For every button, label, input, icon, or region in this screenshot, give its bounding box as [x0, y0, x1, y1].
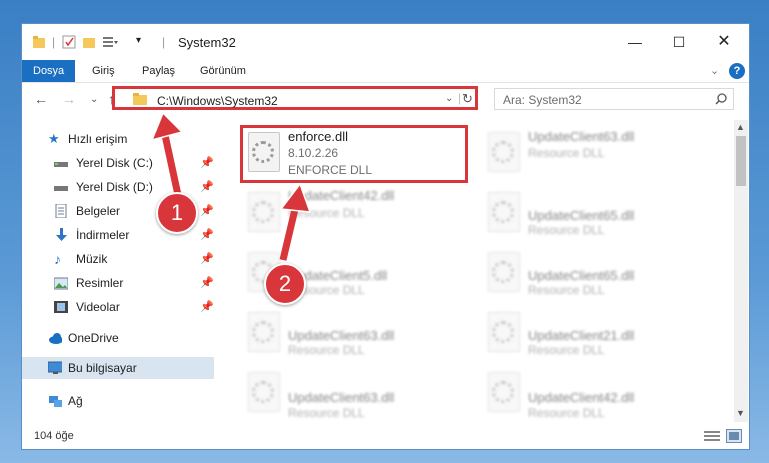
arrow-2-shaft: [279, 204, 300, 261]
arrow-1-head: [150, 111, 184, 142]
arrow-1-shaft: [161, 134, 182, 196]
annotation-arrows: [150, 111, 312, 261]
step-badge-2: 2: [264, 263, 306, 305]
step-badge-1: 1: [156, 192, 198, 234]
arrow-2-head: [279, 182, 312, 213]
